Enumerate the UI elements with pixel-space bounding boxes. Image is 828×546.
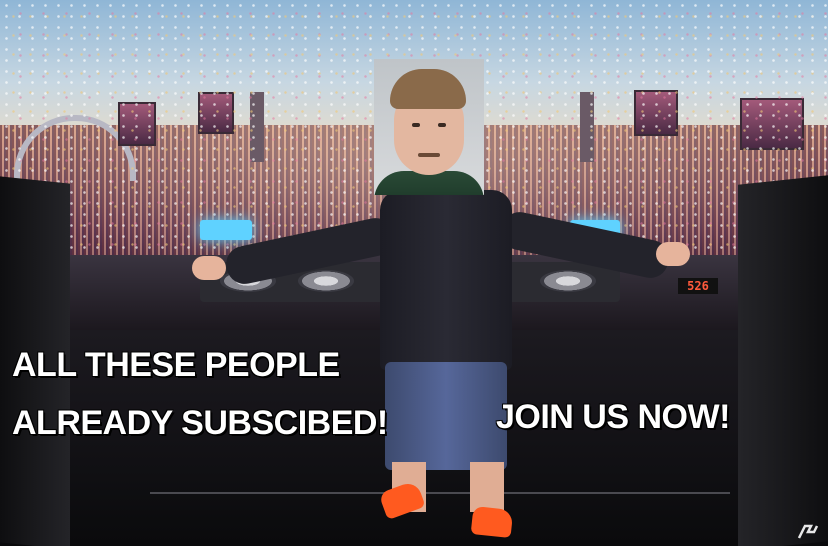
led-display: 526 — [678, 278, 718, 294]
torso-sweater — [380, 190, 512, 370]
left-hand — [192, 256, 226, 280]
cdj-platter — [540, 270, 596, 292]
hair — [390, 69, 466, 109]
cdj-platter — [298, 270, 354, 292]
caption-left-line1: ALL THESE PEOPLE — [12, 346, 340, 384]
right-hand — [656, 242, 690, 266]
caption-right: JOIN US NOW! — [496, 398, 730, 436]
pasted-face-photo — [374, 59, 484, 195]
shorts — [385, 362, 507, 470]
speaker-stack-right — [738, 175, 828, 546]
stage-light — [200, 220, 252, 240]
meme-image: 526 ALL THESE PEOPLE ALREADY SUBSCIBED! … — [0, 0, 828, 546]
left-eye — [412, 123, 420, 127]
watermark-logo-icon — [796, 522, 822, 542]
right-eye — [438, 123, 446, 127]
caption-left-line2: ALREADY SUBSCIBED! — [12, 404, 388, 442]
stage-edge — [150, 492, 730, 494]
right-leg — [470, 462, 504, 512]
mustache — [418, 153, 440, 157]
